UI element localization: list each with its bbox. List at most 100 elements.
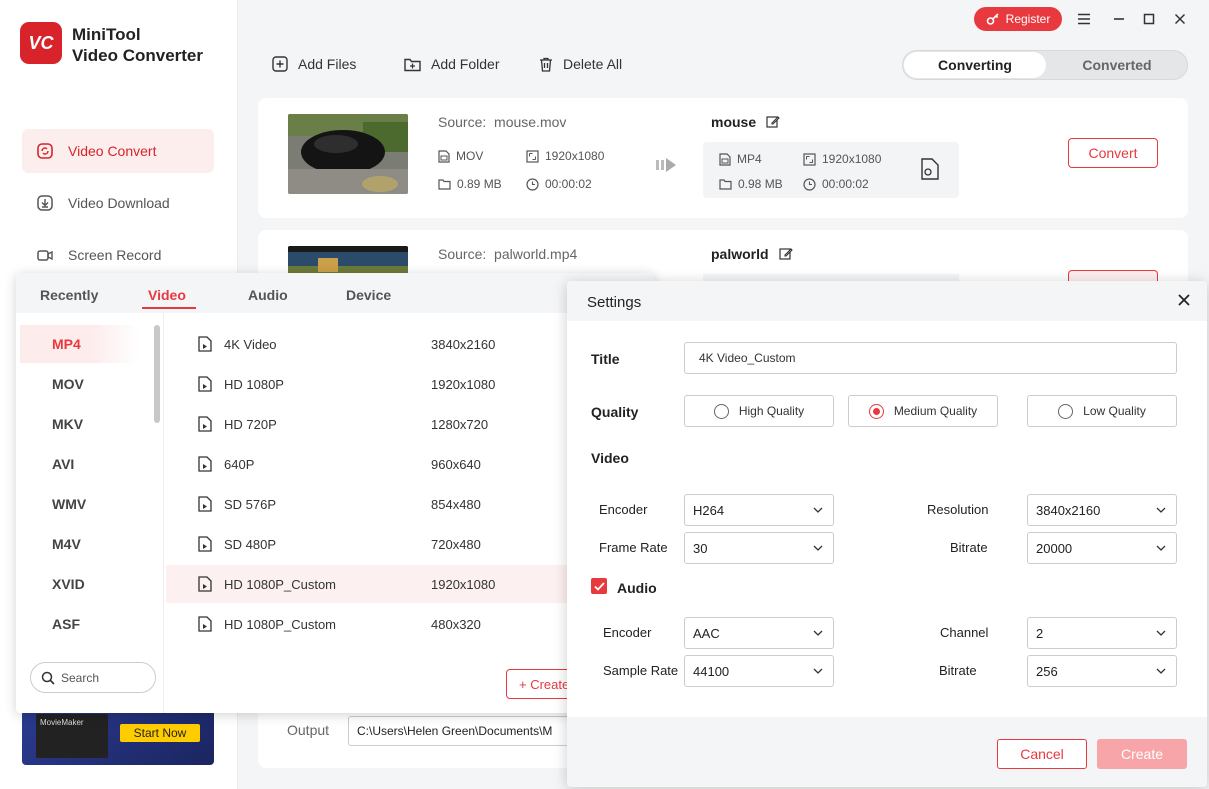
output-size: 0.98 MB <box>719 177 783 191</box>
clock-icon <box>526 177 539 191</box>
channel-select[interactable]: 2 <box>1027 617 1177 649</box>
sidebar-item-screen-record[interactable]: Screen Record <box>22 233 214 277</box>
title-input[interactable]: 4K Video_Custom <box>684 342 1177 374</box>
search-input[interactable]: Search <box>30 662 156 693</box>
edit-icon[interactable] <box>778 247 793 261</box>
source-format: MOV <box>438 149 483 163</box>
add-folder-label: Add Folder <box>431 56 500 72</box>
output-settings-box[interactable]: MP4 1920x1080 0.98 MB 00:00:02 <box>703 142 959 198</box>
maximize-icon[interactable] <box>1140 10 1158 28</box>
video-encoder-label: Encoder <box>599 502 648 517</box>
audio-bitrate-select[interactable]: 256 <box>1027 655 1177 687</box>
file-icon <box>438 149 450 163</box>
preset-name: HD 720P <box>224 417 277 432</box>
quality-high-option[interactable]: High Quality <box>684 395 834 427</box>
chevron-down-icon <box>813 668 823 674</box>
app-name-line1: MiniTool <box>72 25 141 44</box>
source-resolution-value: 1920x1080 <box>545 149 605 163</box>
output-path-field[interactable]: C:\Users\Helen Green\Documents\M <box>348 716 578 746</box>
output-resolution-value: 1920x1080 <box>822 152 882 166</box>
source-duration-value: 00:00:02 <box>545 177 592 191</box>
download-icon <box>37 195 53 211</box>
add-folder-button[interactable]: Add Folder <box>404 56 499 72</box>
output-name-value: mouse <box>711 114 757 130</box>
preset-resolution: 1920x1080 <box>431 377 496 392</box>
format-item-wmv[interactable]: WMV <box>20 485 140 523</box>
promo-banner[interactable]: MovieMaker Start Now <box>22 710 214 765</box>
source-label: Source: palworld.mp4 <box>438 246 577 262</box>
source-format-value: MOV <box>456 149 484 163</box>
video-resolution-select[interactable]: 3840x2160 <box>1027 494 1177 526</box>
format-item-mkv[interactable]: MKV <box>20 405 140 443</box>
chevron-down-icon <box>1156 507 1166 513</box>
quality-option-label: Low Quality <box>1083 404 1146 418</box>
source-prefix: Source: <box>438 114 487 130</box>
select-value: 3840x2160 <box>1036 502 1101 518</box>
tab-recently[interactable]: Recently <box>40 287 98 303</box>
add-files-button[interactable]: Add Files <box>272 56 356 72</box>
tab-converted[interactable]: Converted <box>1047 52 1187 78</box>
close-icon[interactable] <box>1177 293 1191 307</box>
source-prefix: Source: <box>438 246 487 262</box>
output-format-value: MP4 <box>737 152 762 166</box>
format-list-scrollbar[interactable] <box>154 325 160 423</box>
video-resolution-label: Resolution <box>927 502 989 517</box>
sidebar-item-label: Screen Record <box>68 247 162 263</box>
preset-name: SD 576P <box>224 497 277 512</box>
sample-rate-select[interactable]: 44100 <box>684 655 834 687</box>
dialog-header <box>567 281 1207 321</box>
sidebar-item-video-convert[interactable]: Video Convert <box>22 129 214 173</box>
file-settings-icon[interactable] <box>921 158 939 180</box>
close-window-icon[interactable] <box>1171 10 1189 28</box>
format-item-mp4[interactable]: MP4 <box>20 325 140 363</box>
format-item-mov[interactable]: MOV <box>20 365 140 403</box>
promo-product-box: MovieMaker <box>36 714 108 758</box>
radio-icon <box>713 403 729 419</box>
tab-video[interactable]: Video <box>148 287 186 303</box>
output-format: MP4 <box>719 152 762 166</box>
cancel-button[interactable]: Cancel <box>997 739 1087 769</box>
convert-button[interactable]: Convert <box>1068 138 1158 168</box>
delete-all-label: Delete All <box>563 56 623 72</box>
register-label: Register <box>1005 12 1051 26</box>
create-button[interactable]: Create <box>1097 739 1187 769</box>
chevron-down-icon <box>1156 668 1166 674</box>
video-thumbnail <box>288 114 408 194</box>
video-bitrate-select[interactable]: 20000 <box>1027 532 1177 564</box>
menu-icon[interactable] <box>1075 10 1093 28</box>
audio-encoder-select[interactable]: AAC <box>684 617 834 649</box>
edit-icon[interactable] <box>766 115 780 129</box>
chevron-down-icon <box>813 630 823 636</box>
video-file-icon <box>198 416 212 432</box>
video-file-icon <box>198 576 212 592</box>
sidebar-item-video-download[interactable]: Video Download <box>22 181 214 225</box>
folder-icon <box>438 179 451 190</box>
convert-icon <box>37 143 53 159</box>
key-icon <box>986 13 999 25</box>
video-file-icon <box>198 456 212 472</box>
preset-name: HD 1080P_Custom <box>224 617 336 632</box>
preset-name: SD 480P <box>224 537 277 552</box>
search-placeholder: Search <box>61 670 100 685</box>
tab-converting[interactable]: Converting <box>904 52 1046 78</box>
folder-icon <box>719 179 732 190</box>
register-button[interactable]: Register <box>974 7 1062 31</box>
tab-device[interactable]: Device <box>346 287 391 303</box>
settings-dialog: Settings Title 4K Video_Custom Quality H… <box>567 281 1207 787</box>
audio-checkbox[interactable] <box>591 578 607 594</box>
chevron-down-icon <box>813 507 823 513</box>
minimize-icon[interactable] <box>1110 10 1128 28</box>
status-tabs: Converting Converted <box>902 50 1188 80</box>
quality-label: Quality <box>591 404 639 420</box>
promo-start-button[interactable]: Start Now <box>120 724 200 742</box>
format-item-avi[interactable]: AVI <box>20 445 140 483</box>
quality-medium-option[interactable]: Medium Quality <box>848 395 998 427</box>
format-item-asf[interactable]: ASF <box>20 605 140 643</box>
format-item-xvid[interactable]: XVID <box>20 565 140 603</box>
video-encoder-select[interactable]: H264 <box>684 494 834 526</box>
delete-all-button[interactable]: Delete All <box>539 56 622 72</box>
format-item-m4v[interactable]: M4V <box>20 525 140 563</box>
frame-rate-select[interactable]: 30 <box>684 532 834 564</box>
quality-low-option[interactable]: Low Quality <box>1027 395 1177 427</box>
tab-audio[interactable]: Audio <box>248 287 288 303</box>
